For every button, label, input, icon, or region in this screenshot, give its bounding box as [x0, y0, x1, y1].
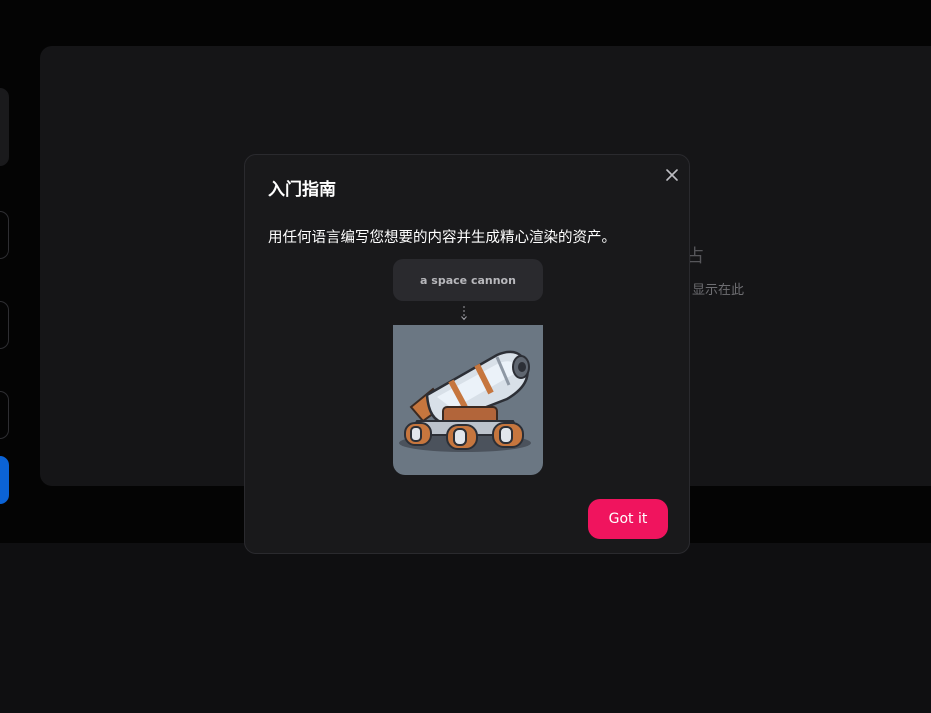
preview-image — [393, 325, 543, 475]
onboarding-modal: 入门指南 用任何语言编写您想要的内容并生成精心渲染的资产。 a space ca… — [244, 154, 690, 554]
footer-area — [0, 543, 931, 713]
close-icon[interactable] — [663, 166, 681, 184]
arrow-down-icon — [459, 305, 469, 323]
placeholder-caption: 显示在此 — [692, 283, 745, 298]
sidebar-input-2[interactable] — [0, 301, 9, 349]
modal-description: 用任何语言编写您想要的内容并生成精心渲染的资产。 — [268, 230, 616, 246]
sidebar-input-1[interactable] — [0, 211, 9, 259]
prompt-example-text: a space cannon — [420, 273, 516, 287]
prompt-example: a space cannon — [393, 259, 543, 301]
sidebar-input-3[interactable] — [0, 391, 9, 439]
sidebar-primary-button[interactable] — [0, 456, 9, 504]
modal-title: 入门指南 — [268, 180, 336, 200]
sidebar-panel — [0, 88, 9, 166]
got-it-button[interactable]: Got it — [588, 499, 668, 539]
